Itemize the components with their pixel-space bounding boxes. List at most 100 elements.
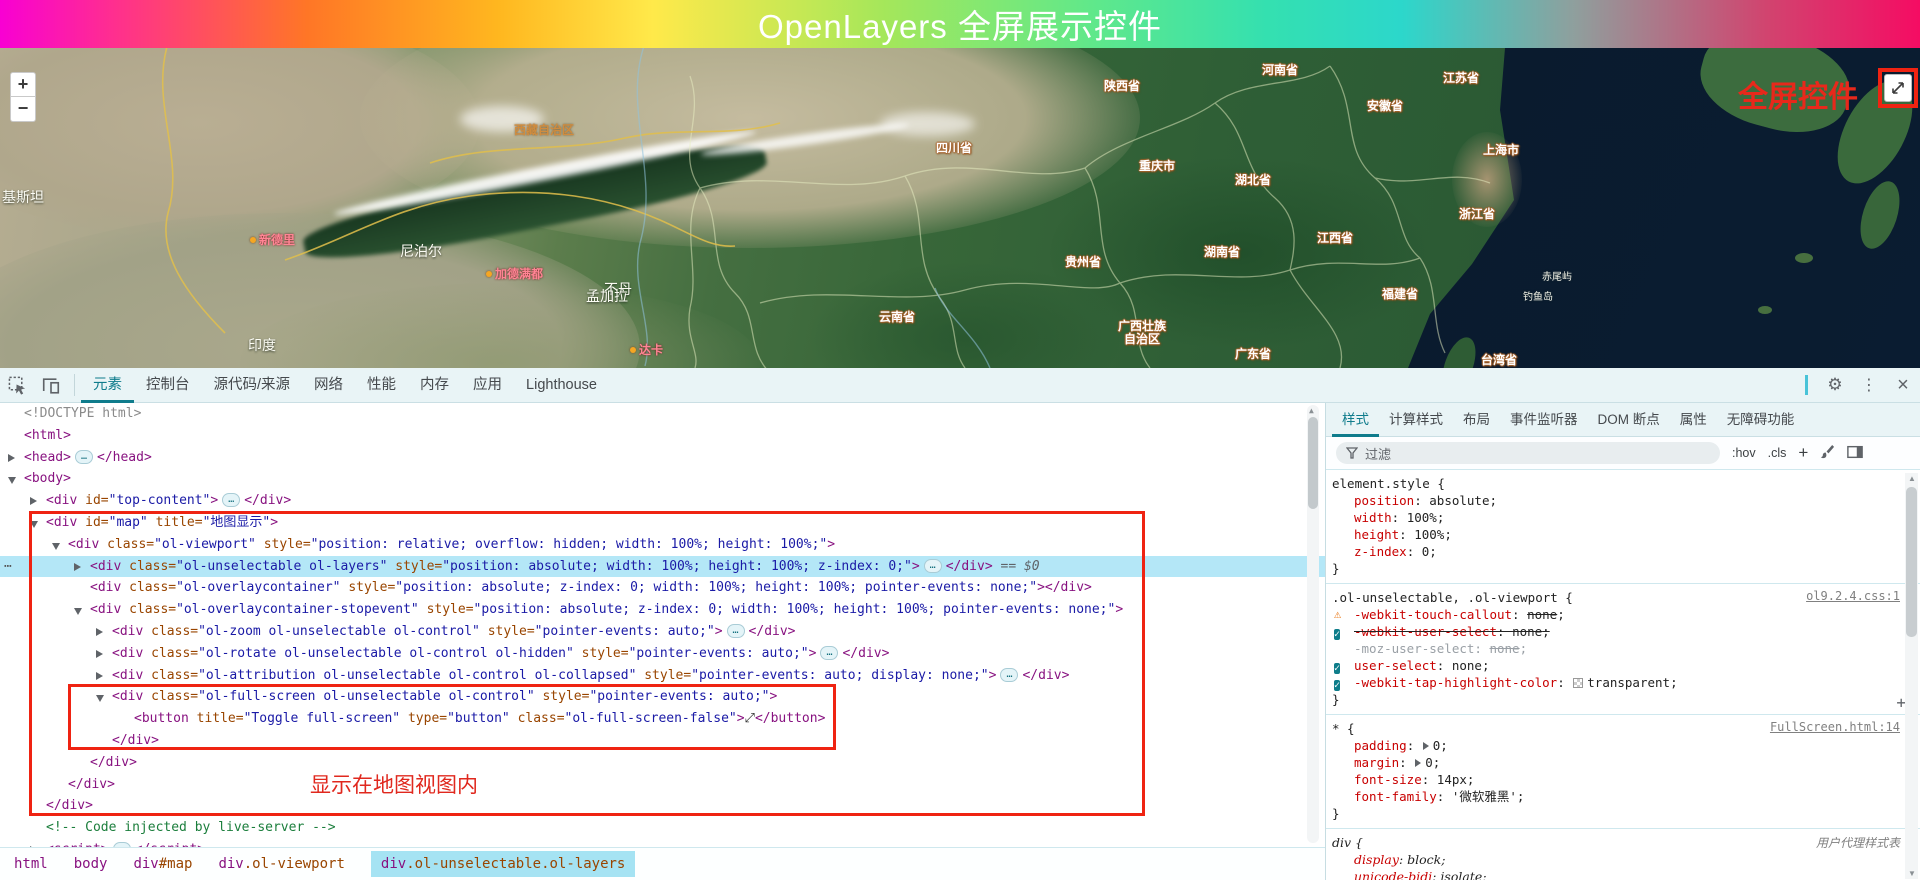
elements-scrollbar[interactable]: ▲: [1307, 405, 1319, 843]
expand-arrow-icon[interactable]: [96, 671, 103, 680]
dom-tree-row[interactable]: <body>: [0, 468, 1325, 490]
tab-内存[interactable]: 内存: [408, 368, 461, 403]
collapse-arrow-icon[interactable]: [8, 477, 16, 485]
collapse-arrow-icon[interactable]: [96, 695, 104, 703]
collapse-arrow-icon[interactable]: [30, 520, 38, 528]
color-swatch-icon[interactable]: [1573, 678, 1584, 688]
breadcrumb-item[interactable]: html: [14, 856, 48, 872]
expand-arrow-icon[interactable]: [96, 649, 103, 658]
stylesheet-link[interactable]: ol9.2.4.css:1: [1806, 589, 1900, 603]
collapse-arrow-icon[interactable]: [52, 542, 60, 550]
declaration-checkbox[interactable]: ✓: [1334, 624, 1349, 640]
tab-Lighthouse[interactable]: Lighthouse: [514, 368, 609, 403]
css-declaration[interactable]: width: 100%;: [1332, 509, 1898, 526]
breadcrumb-item[interactable]: div.ol-unselectable.ol-layers: [370, 851, 636, 877]
scroll-down-icon[interactable]: ▼: [1908, 869, 1916, 878]
new-style-rule-button[interactable]: +: [1798, 443, 1808, 463]
styles-tab-布局[interactable]: 布局: [1453, 403, 1500, 437]
css-declaration[interactable]: display: block;: [1332, 851, 1898, 868]
toggle-hover-state[interactable]: :hov: [1732, 446, 1756, 460]
css-declaration[interactable]: ⚠ -webkit-touch-callout: none;: [1332, 606, 1898, 623]
styles-tab-属性[interactable]: 属性: [1670, 403, 1717, 437]
css-declaration[interactable]: font-size: 14px;: [1332, 771, 1898, 788]
dom-tree-row[interactable]: <div class="ol-attribution ol-unselectab…: [0, 665, 1325, 687]
dom-tree-row[interactable]: <!-- Code injected by live-server -->: [0, 817, 1325, 839]
styles-tab-无障碍功能[interactable]: 无障碍功能: [1717, 403, 1805, 437]
expand-arrow-icon[interactable]: [8, 453, 15, 462]
tab-性能[interactable]: 性能: [355, 368, 408, 403]
styles-tab-DOM 断点[interactable]: DOM 断点: [1588, 403, 1670, 437]
tab-控制台[interactable]: 控制台: [134, 368, 202, 403]
dom-tree-row[interactable]: <script>…</script>: [0, 839, 1325, 847]
settings-icon[interactable]: ⚙: [1818, 368, 1852, 403]
styles-tab-事件监听器[interactable]: 事件监听器: [1500, 403, 1588, 437]
dom-tree-row[interactable]: <div id="map" title="地图显示">: [0, 512, 1325, 534]
ellipsis-expand-icon[interactable]: …: [222, 493, 241, 508]
dock-panel-icon[interactable]: [1847, 445, 1864, 462]
expand-arrow-icon[interactable]: [74, 562, 81, 571]
dom-tree-row[interactable]: <!DOCTYPE html>: [0, 403, 1325, 425]
zoom-out-button[interactable]: −: [10, 97, 36, 122]
fullscreen-button[interactable]: [1884, 74, 1912, 102]
declaration-checkbox[interactable]: ✓: [1334, 675, 1349, 691]
stylesheet-link[interactable]: FullScreen.html:14: [1770, 720, 1900, 734]
map-viewport[interactable]: 基斯坦西藏自治区新德里尼泊尔加德满都不丹印度孟加拉达卡四川省陕西省河南省江苏省安…: [0, 48, 1920, 368]
dom-tree-row[interactable]: <div class="ol-overlaycontainer-stopeven…: [0, 599, 1325, 621]
ellipsis-expand-icon[interactable]: …: [1000, 667, 1019, 682]
dom-tree-row[interactable]: <div class="ol-full-screen ol-unselectab…: [0, 686, 1325, 708]
dom-tree-row[interactable]: <div id="top-content">… </div>: [0, 490, 1325, 512]
scroll-up-icon[interactable]: ▲: [1309, 406, 1314, 415]
expand-value-icon[interactable]: [1422, 742, 1429, 750]
css-declaration[interactable]: z-index: 0;: [1332, 543, 1898, 560]
scroll-up-icon[interactable]: ▲: [1908, 474, 1916, 483]
dom-tree-row[interactable]: <div class="ol-viewport" style="position…: [0, 534, 1325, 556]
css-declaration[interactable]: -moz-user-select: none;: [1332, 640, 1898, 657]
css-declaration[interactable]: unicode-bidi: isolate;: [1332, 868, 1898, 880]
collapse-arrow-icon[interactable]: [74, 608, 82, 616]
tab-应用[interactable]: 应用: [461, 368, 514, 403]
close-icon[interactable]: ×: [1886, 368, 1920, 403]
css-selector[interactable]: div {: [1332, 834, 1898, 851]
dom-tree-row[interactable]: ⋯ <div class="ol-unselectable ol-layers" …: [0, 555, 1325, 578]
css-declaration[interactable]: ✓ user-select: none;: [1332, 657, 1898, 674]
dom-tree-row[interactable]: </div>: [0, 752, 1325, 774]
styles-filter-input[interactable]: 过滤: [1336, 442, 1720, 464]
device-toolbar-icon[interactable]: [34, 368, 68, 403]
toggle-class[interactable]: .cls: [1768, 446, 1787, 460]
css-declaration[interactable]: ✓ -webkit-user-select: none;: [1332, 623, 1898, 640]
dom-tree-row[interactable]: </div>: [0, 795, 1325, 817]
dom-tree-row[interactable]: <div class="ol-rotate ol-unselectable ol…: [0, 643, 1325, 665]
more-actions-icon[interactable]: ⋯: [4, 556, 12, 578]
brush-icon[interactable]: [1820, 444, 1835, 462]
breadcrumb-item[interactable]: div#map: [133, 856, 192, 872]
tab-元素[interactable]: 元素: [81, 368, 134, 403]
expand-value-icon[interactable]: [1415, 759, 1422, 767]
expand-arrow-icon[interactable]: [30, 497, 37, 506]
css-declaration[interactable]: margin: 0;: [1332, 754, 1898, 771]
styles-tab-样式[interactable]: 样式: [1332, 403, 1379, 437]
dom-tree-row[interactable]: </div>: [0, 730, 1325, 752]
dom-tree-row[interactable]: <div class="ol-zoom ol-unselectable ol-c…: [0, 621, 1325, 643]
css-declaration[interactable]: position: absolute;: [1332, 492, 1898, 509]
ellipsis-expand-icon[interactable]: …: [923, 558, 942, 573]
dom-tree-row[interactable]: <head>… </head>: [0, 447, 1325, 469]
css-declaration[interactable]: height: 100%;: [1332, 526, 1898, 543]
dom-tree-row[interactable]: <html>: [0, 425, 1325, 447]
css-declaration[interactable]: font-family: '微软雅黑';: [1332, 788, 1898, 805]
ellipsis-expand-icon[interactable]: …: [74, 449, 93, 464]
breadcrumb-item[interactable]: div.ol-viewport: [218, 856, 344, 872]
ellipsis-expand-icon[interactable]: …: [820, 645, 839, 660]
breadcrumb-item[interactable]: body: [74, 856, 108, 872]
zoom-in-button[interactable]: +: [10, 72, 36, 97]
styles-scrollbar[interactable]: ▲ ▼: [1905, 473, 1918, 879]
css-selector[interactable]: element.style {: [1332, 475, 1898, 492]
scrollbar-thumb[interactable]: [1906, 487, 1917, 637]
dom-tree-row[interactable]: </div>: [0, 774, 1325, 796]
declaration-checkbox[interactable]: ✓: [1334, 658, 1349, 674]
more-icon[interactable]: ⋮: [1852, 368, 1886, 403]
dom-tree-row[interactable]: <button title="Toggle full-screen" type=…: [0, 708, 1325, 730]
inspect-element-icon[interactable]: [0, 368, 34, 403]
css-declaration[interactable]: ✓ -webkit-tap-highlight-color: transparen…: [1332, 674, 1898, 691]
expand-arrow-icon[interactable]: [96, 627, 103, 636]
stylesheet-link[interactable]: 用户代理样式表: [1816, 834, 1900, 851]
